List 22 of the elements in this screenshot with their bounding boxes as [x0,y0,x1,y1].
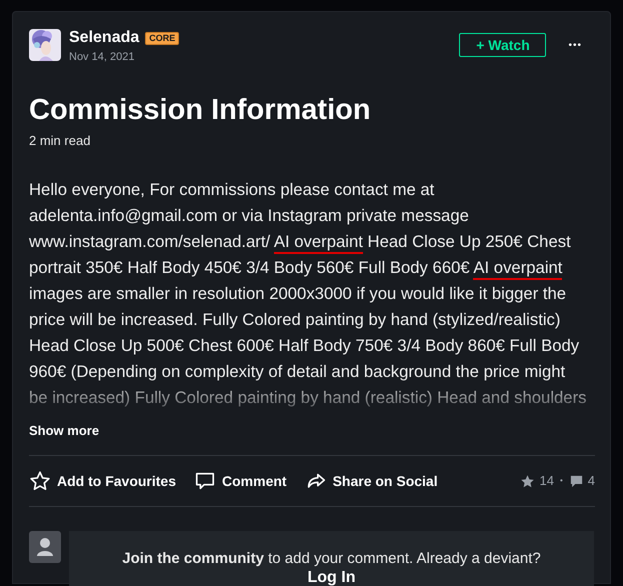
post-date: Nov 14, 2021 [69,50,136,65]
show-more-link[interactable]: Show more [29,421,100,440]
read-time: 2 min read [29,132,92,150]
more-options-button[interactable]: ••• [568,33,582,57]
log-in-link[interactable]: Log In [308,568,356,586]
join-prompt: Join the community to add your comment. Already a deviant? [122,549,541,568]
author-name[interactable]: Selenada [69,29,140,47]
user-avatar-icon [29,531,61,563]
comment-icon [568,474,584,488]
watch-button[interactable]: + Watch [459,33,546,57]
article-title: Commission Information [29,92,372,128]
share-button[interactable]: Share on Social [304,470,438,492]
comments-count: 4 [588,472,595,490]
star-icon [29,470,51,492]
core-badge: CORE [145,32,180,44]
favourite-button[interactable]: Add to Favourites [29,470,176,492]
comment-button[interactable]: Comment [194,470,287,492]
favourites-count: 14 [539,472,554,490]
article-body: Hello everyone, For commissions please contact me at adelenta.info@gmail.com or via Instagram private message www.instagram.com/selenad.art/ AI overpaint Head Close Up 250€ Chest portrait 350€ Half Body 450€ 3/4 Body 560€ Full Body 660€ AI overpaint images are smaller in resolution 2000x3000 if you would like it bigger the price will be increased. Fully Colored painting by hand (stylized/realistic) Head Close Up 500€ Chest 600€ Half Body 750€ 3/4 Body 860€ Full Body 960€ (Depending on complexity of detail and background the price might be increased) Fully Colored painting by hand (realistic) Head and shoulders [29,179,588,409]
speech-bubble-icon [194,470,216,492]
star-icon [520,474,536,488]
separator-dot: • [560,475,563,487]
